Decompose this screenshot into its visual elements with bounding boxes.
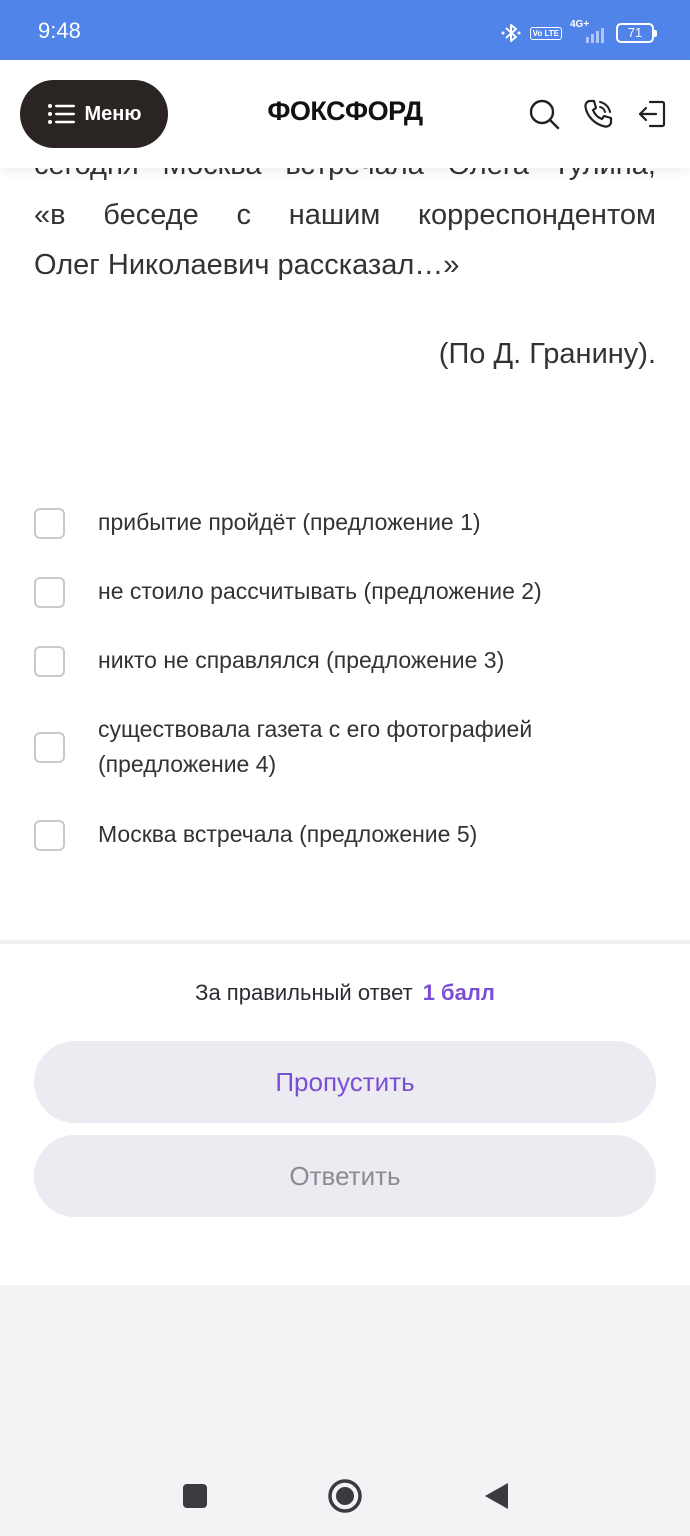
- option-label: никто не справлялся (предложение 3): [98, 647, 505, 673]
- score-points: 1 балл: [422, 980, 495, 1005]
- score-info: За правильный ответ 1 балл: [0, 980, 690, 1006]
- score-label: За правильный ответ: [195, 980, 413, 1005]
- passage-text: сегодня Москва встречала Олега Тулина, «…: [34, 168, 656, 288]
- passage-line-1: сегодня Москва встречала Олега Тулина,: [34, 168, 656, 190]
- bluetooth-icon: [501, 24, 521, 42]
- home-icon[interactable]: [327, 1478, 363, 1514]
- option-checkbox[interactable]: [34, 577, 65, 608]
- option-label: Москва встречала (предложение 5): [98, 821, 478, 847]
- volte-icon: Vo LTE: [529, 26, 562, 40]
- option-checkbox[interactable]: [34, 820, 65, 851]
- answer-button[interactable]: Ответить: [34, 1135, 656, 1217]
- menu-button[interactable]: Меню: [20, 80, 168, 148]
- recent-apps-icon[interactable]: [182, 1483, 208, 1509]
- option-checkbox[interactable]: [34, 646, 65, 677]
- signal-icon: 4G+: [570, 19, 608, 45]
- status-bar: 9:48 Vo LTE 4G+ 71: [0, 0, 690, 60]
- battery-icon: 71: [616, 23, 657, 43]
- skip-button[interactable]: Пропустить: [34, 1041, 656, 1123]
- app-header: Меню ФОКСФОРД: [0, 60, 690, 168]
- option-label: существовала газета с его фотографией (п…: [98, 716, 533, 777]
- menu-icon: [47, 104, 75, 124]
- passage-attribution: (По Д. Гранину).: [438, 338, 656, 370]
- option-label: прибытие пройдёт (предложение 1): [98, 509, 481, 535]
- system-nav-bar: [0, 1285, 690, 1536]
- option-checkbox[interactable]: [34, 732, 65, 763]
- option-checkbox[interactable]: [34, 508, 65, 539]
- passage-line-3: Олег Николаевич рассказал…»: [34, 249, 460, 281]
- passage-line-2: «в беседе с нашим корреспондентом: [34, 199, 656, 231]
- option-label: не стоило рассчитывать (предложение 2): [98, 578, 542, 604]
- logo[interactable]: ФОКСФОРД: [250, 96, 440, 127]
- search-icon[interactable]: [528, 98, 560, 130]
- status-time: 9:48: [38, 18, 81, 43]
- menu-button-label: Меню: [84, 102, 142, 125]
- back-icon[interactable]: [482, 1481, 510, 1511]
- phone-icon[interactable]: [582, 98, 614, 130]
- logout-icon[interactable]: [636, 98, 668, 130]
- status-icons: Vo LTE 4G+ 71: [500, 19, 657, 46]
- divider: [0, 940, 690, 944]
